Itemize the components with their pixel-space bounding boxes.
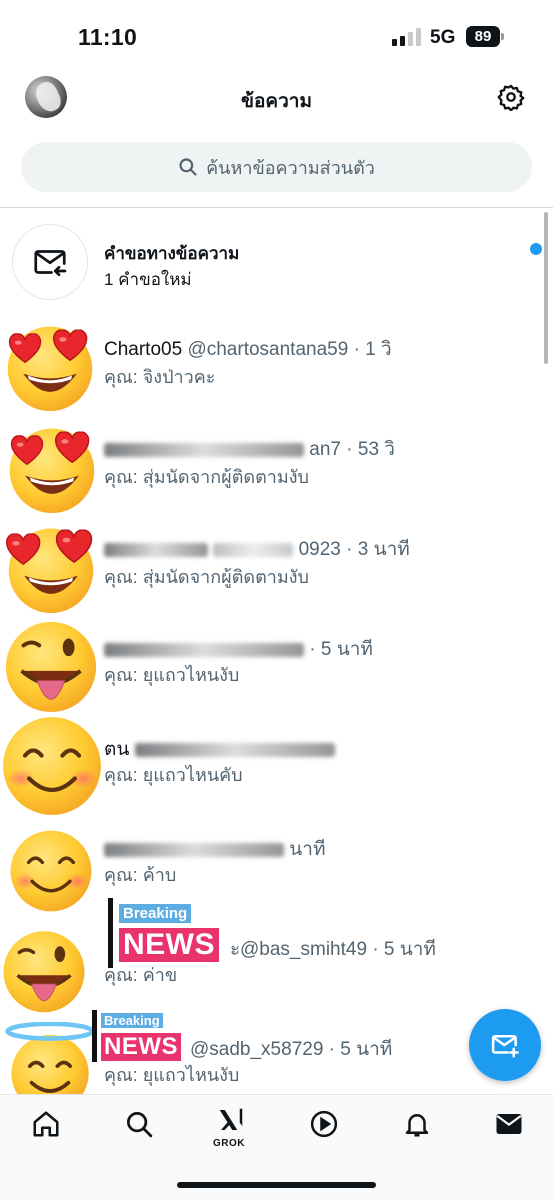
search-input[interactable]: ค้นหาข้อความส่วนตัว: [21, 142, 532, 192]
gear-icon[interactable]: [497, 83, 525, 111]
message-preview: คุณ: สุ่มนัดจากผู้ติดตามงับ: [104, 567, 309, 587]
home-icon[interactable]: [31, 1109, 61, 1139]
redacted-handle: [213, 542, 294, 557]
redacted-name: [104, 642, 304, 657]
redacted-name: [104, 542, 208, 557]
search-icon: [179, 158, 197, 176]
message-preview: คุณ: จิงป่าวคะ: [104, 367, 216, 387]
breaking-news-sticker: Breaking NEWS: [92, 1010, 202, 1063]
page-title: ข้อความ: [241, 91, 312, 112]
compose-message-icon: [491, 1035, 519, 1058]
contact-handle: an7: [309, 439, 341, 460]
grok-icon[interactable]: [216, 1105, 246, 1135]
new-message-button[interactable]: [469, 1009, 541, 1081]
unread-dot: [530, 243, 542, 255]
conversation-row[interactable]: · 5 นาที คุณ: ยุแถวไหนงับ: [0, 621, 553, 726]
search-icon[interactable]: [124, 1109, 154, 1139]
sticker-trailing-text: ะ: [230, 939, 241, 960]
news-label: NEWS: [99, 1031, 183, 1063]
request-icon-circle: [12, 224, 88, 300]
message-preview: คุณ: ค้าบ: [104, 865, 177, 885]
sticker-bar: [108, 898, 113, 968]
status-bar: 11:10 5G 89: [0, 0, 553, 72]
news-label: NEWS: [117, 926, 221, 964]
home-indicator: [177, 1182, 376, 1188]
message-preview: คุณ: ยุแถวไหนงับ: [104, 1065, 240, 1085]
message-time: · 5 นาที: [372, 939, 436, 960]
contact-name: Charto05: [104, 339, 183, 360]
divider: [0, 207, 553, 208]
envelope-arrow-icon: [34, 250, 67, 277]
heart-eyes-emoji-avatar: [7, 326, 93, 412]
conversation-row[interactable]: an7 · 53 วิ คุณ: สุ่มนัดจากผู้ติดตามงับ: [0, 426, 553, 526]
redacted-handle: [134, 742, 335, 757]
message-preview: คุณ: ยุแถวไหนงับ: [104, 665, 240, 685]
redacted-name: [104, 842, 284, 857]
sticker-bar: [92, 1010, 97, 1062]
redacted-name: [104, 442, 304, 457]
message-time: · 5 นาที: [309, 639, 373, 660]
heart-eyes-emoji-avatar: [5, 528, 94, 614]
conversation-row[interactable]: นาที คุณ: ค้าบ: [0, 826, 553, 926]
battery-icon: 89: [466, 26, 500, 47]
contact-handle: 0923: [298, 539, 341, 560]
contact-name: ตน: [104, 739, 130, 760]
breaking-label: Breaking: [117, 902, 194, 925]
heart-eyes-emoji-avatar: [9, 428, 95, 514]
winking-tongue-emoji-avatar: [5, 621, 97, 713]
header: ข้อความ: [0, 72, 553, 130]
breaking-news-sticker: Breaking NEWS: [108, 898, 243, 968]
message-time: · 3 นาที: [346, 539, 410, 560]
conversation-row[interactable]: @bas_smiht49 · 5 นาที คุณ: ค่าข: [0, 926, 553, 1026]
status-time: 11:10: [78, 24, 138, 50]
message-time: นาที: [289, 839, 326, 860]
bell-icon[interactable]: [402, 1109, 432, 1139]
message-time: · 5 นาที: [328, 1039, 393, 1060]
contact-handle: @sadb_x58729: [190, 1039, 324, 1060]
mail-icon[interactable]: [494, 1109, 524, 1139]
contact-handle: @chartosantana59: [187, 339, 349, 360]
battery-tip: [501, 33, 504, 40]
contact-handle: @bas_smiht49: [240, 939, 368, 960]
conversation-row[interactable]: ตน คุณ: ยุแถวไหนคับ: [0, 717, 553, 826]
conversation-row[interactable]: Charto05 @chartosantana59 · 1 วิ คุณ: จิ…: [0, 326, 553, 426]
message-requests-row[interactable]: คำขอทางข้อความ 1 คำขอใหม่: [0, 212, 553, 302]
smiling-blush-emoji-avatar: [10, 830, 92, 912]
breaking-label: Breaking: [99, 1011, 165, 1030]
conversation-row[interactable]: 0923 · 3 นาที คุณ: สุ่มนัดจากผู้ติดตามงั…: [0, 526, 553, 626]
signal-icon: [392, 28, 422, 46]
requests-title: คำขอทางข้อความ: [104, 244, 240, 263]
requests-subtitle: 1 คำขอใหม่: [104, 270, 192, 289]
play-icon[interactable]: [309, 1109, 339, 1139]
message-preview: คุณ: ยุแถวไหนคับ: [104, 765, 243, 785]
message-time: · 53 วิ: [346, 439, 395, 460]
search-placeholder: ค้นหาข้อความส่วนตัว: [206, 157, 375, 178]
message-preview: คุณ: สุ่มนัดจากผู้ติดตามงับ: [104, 467, 309, 487]
winking-tongue-emoji-avatar: [3, 931, 85, 1013]
network-label: 5G: [430, 27, 456, 48]
message-time: · 1 วิ: [353, 339, 392, 360]
grok-label: GROK: [213, 1138, 245, 1149]
smiling-blush-emoji-avatar: [3, 717, 101, 815]
